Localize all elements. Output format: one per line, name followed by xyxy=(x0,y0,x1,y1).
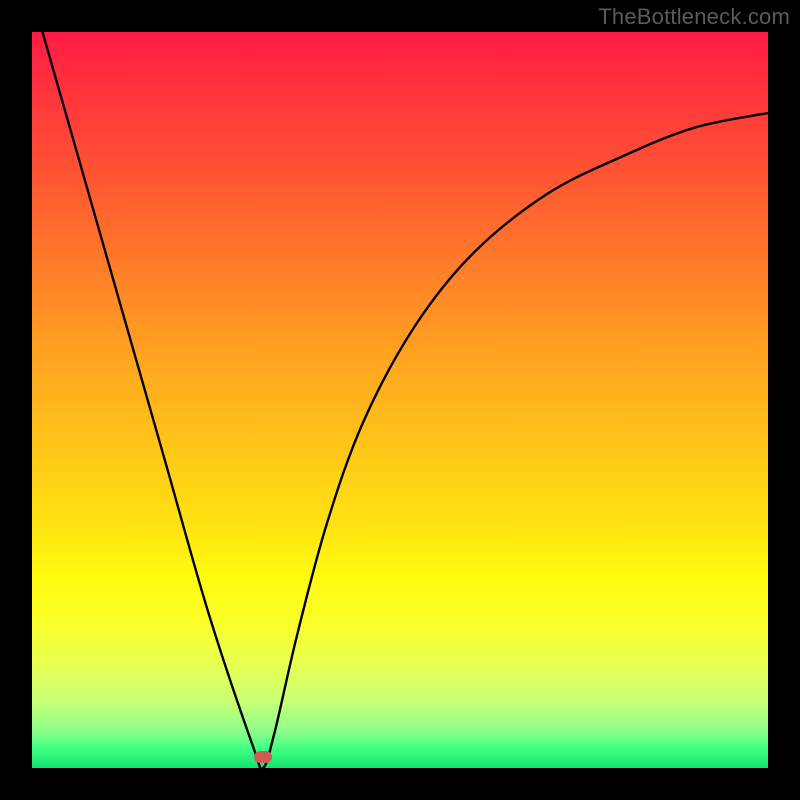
bottleneck-curve xyxy=(32,32,768,768)
watermark-text: TheBottleneck.com xyxy=(598,4,790,30)
curve-svg xyxy=(32,32,768,768)
optimal-point-marker xyxy=(254,751,272,763)
plot-area xyxy=(32,32,768,768)
chart-frame: TheBottleneck.com xyxy=(0,0,800,800)
